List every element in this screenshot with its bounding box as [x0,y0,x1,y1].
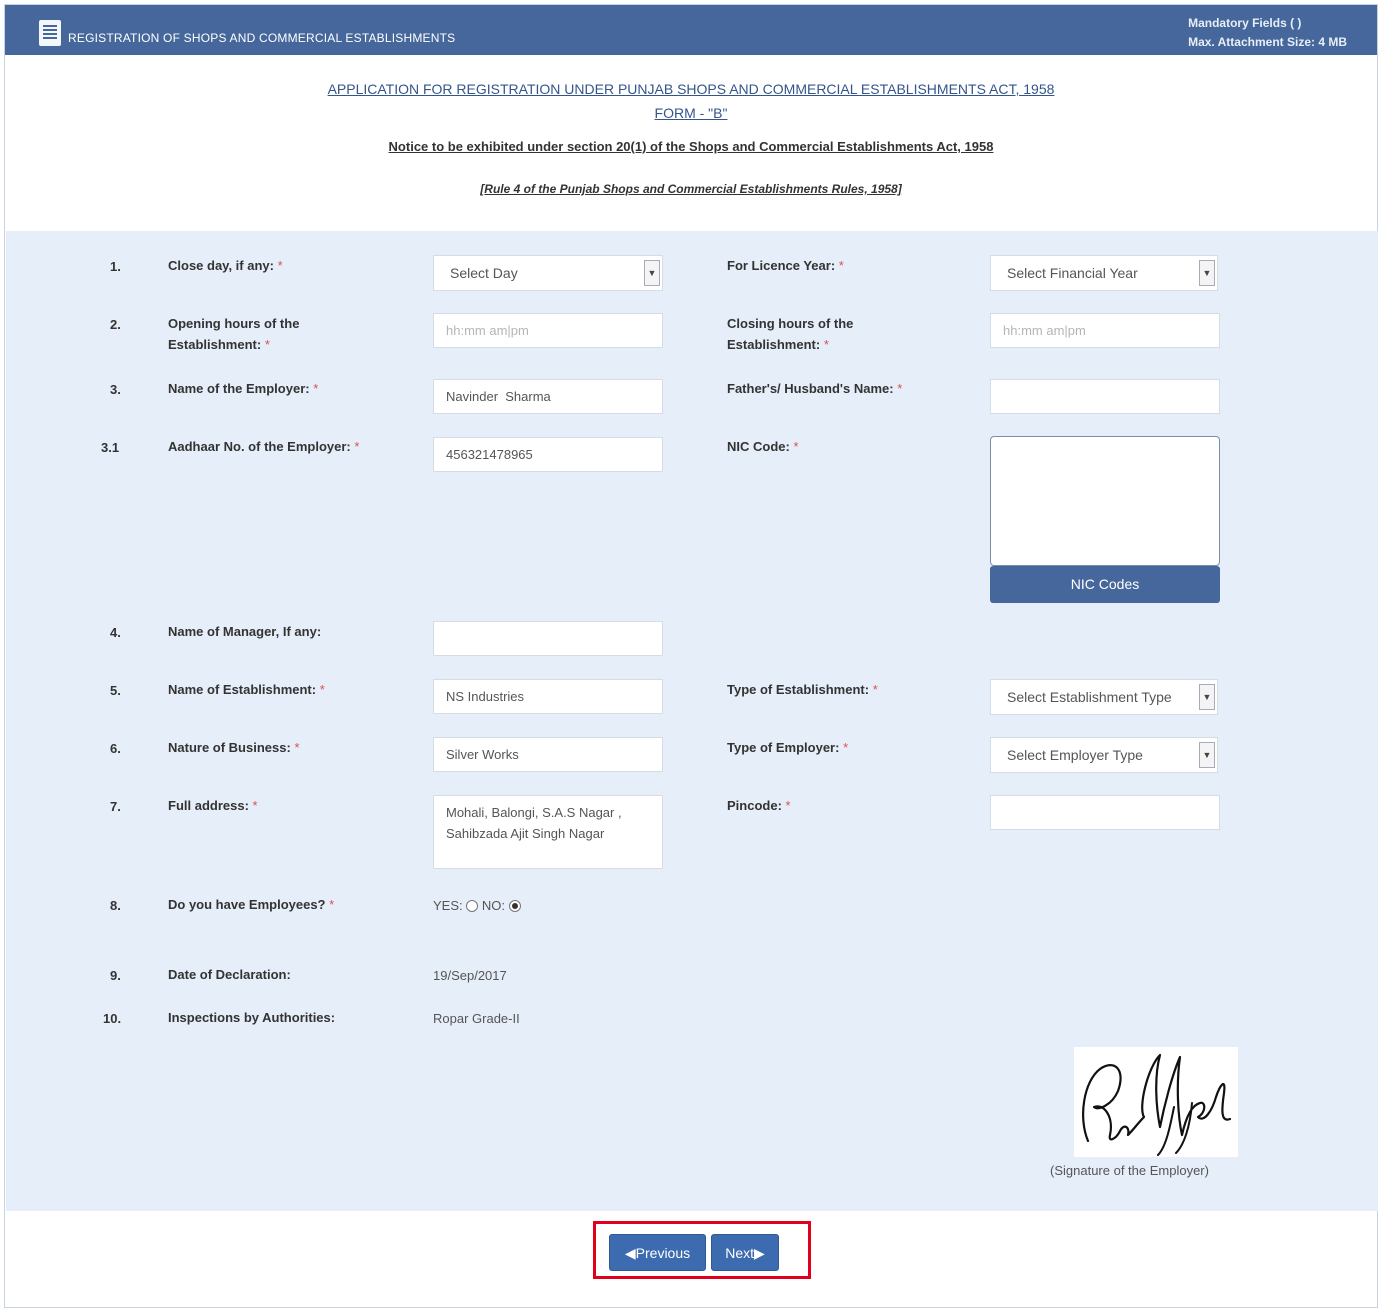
nic-code-label: NIC Code: * [727,439,799,454]
row-number: 10. [103,1011,122,1026]
chevron-down-icon: ▼ [1199,684,1215,710]
aadhaar-label: Aadhaar No. of the Employer: * [168,439,360,454]
signature-image [1082,1053,1232,1156]
row-number: 7. [110,799,121,814]
pincode-label: Pincode: * [727,798,791,813]
chevron-down-icon: ▼ [644,260,660,286]
manager-label: Name of Manager, If any: [168,624,322,639]
window-title: REGISTRATION OF SHOPS AND COMMERCIAL EST… [68,31,456,45]
row-number: 8. [110,898,121,913]
establishment-type-select[interactable]: Select Establishment Type ▼ [990,679,1218,715]
document-icon [39,20,61,46]
application-title: APPLICATION FOR REGISTRATION UNDER PUNJA… [327,81,1055,97]
establishment-name-label: Name of Establishment: * [168,682,325,697]
address-textarea[interactable]: Mohali, Balongi, S.A.S Nagar , Sahibzada… [433,795,663,869]
close-day-label: Close day, if any: * [168,258,283,273]
mandatory-fields-note: Mandatory Fields ( ) [1188,16,1302,30]
next-button[interactable]: Next▶ [711,1234,779,1271]
signature-caption: (Signature of the Employer) [1050,1163,1209,1178]
employees-radio-group: YES: NO: [433,898,521,913]
nature-label: Nature of Business: * [168,740,300,755]
closing-hours-label: Closing hours of the Establishment: * [727,316,854,352]
form-header: APPLICATION FOR REGISTRATION UNDER PUNJA… [5,55,1377,231]
employer-signature [1074,1047,1238,1157]
titlebar-info: Mandatory Fields ( ) Max. Attachment Siz… [1188,14,1347,52]
chevron-right-icon: ▶ [754,1245,765,1261]
row-number: 3.1 [101,440,120,455]
chevron-down-icon: ▼ [1199,742,1215,768]
max-attachment-note: Max. Attachment Size: 4 MB [1188,35,1347,49]
father-name-input[interactable] [990,379,1220,414]
licence-year-value: Select Financial Year [1007,265,1138,281]
licence-year-select[interactable]: Select Financial Year ▼ [990,255,1218,291]
titlebar: REGISTRATION OF SHOPS AND COMMERCIAL EST… [5,5,1377,55]
closing-hours-input[interactable] [990,313,1220,348]
employer-type-label: Type of Employer: * [727,740,849,755]
no-radio[interactable] [508,900,521,912]
close-day-value: Select Day [450,265,518,281]
no-label: NO: [481,898,505,913]
chevron-down-icon: ▼ [1199,260,1215,286]
address-label: Full address: * [168,798,258,813]
yes-label: YES: [433,898,463,913]
row-number: 4. [110,625,121,640]
yes-radio[interactable] [466,900,479,912]
establishment-type-label: Type of Establishment: * [727,682,878,697]
inspections-value: Ropar Grade-II [433,1011,520,1026]
rule-line: [Rule 4 of the Punjab Shops and Commerci… [480,182,902,196]
employer-type-value: Select Employer Type [1007,747,1143,763]
nic-code-box[interactable] [990,436,1220,566]
notice-line: Notice to be exhibited under section 20(… [388,139,994,154]
row-number: 5. [110,683,121,698]
aadhaar-input[interactable] [433,437,663,472]
nic-codes-button[interactable]: NIC Codes [990,566,1220,603]
opening-hours-label: Opening hours of the Establishment: * [168,316,300,352]
pincode-input[interactable] [990,795,1220,830]
declaration-label: Date of Declaration: [168,967,291,982]
row-number: 3. [110,382,121,397]
declaration-date: 19/Sep/2017 [433,968,507,983]
row-number: 1. [110,259,121,274]
manager-input[interactable] [433,621,663,656]
opening-hours-input[interactable] [433,313,663,348]
form-window: REGISTRATION OF SHOPS AND COMMERCIAL EST… [4,4,1378,1308]
form-title: FORM - "B" [654,105,728,121]
nature-input[interactable] [433,737,663,772]
employees-label: Do you have Employees? * [168,897,335,912]
close-day-select[interactable]: Select Day ▼ [433,255,663,291]
chevron-left-icon: ◀ [624,1245,636,1261]
row-number: 9. [110,968,121,983]
employer-name-input[interactable] [433,379,663,414]
employer-type-select[interactable]: Select Employer Type ▼ [990,737,1218,773]
inspections-label: Inspections by Authorities: [168,1010,336,1025]
establishment-type-value: Select Establishment Type [1007,689,1172,705]
form-panel: 1. Close day, if any: * Select Day ▼ For… [6,231,1378,1211]
previous-button[interactable]: ◀Previous [609,1234,706,1271]
licence-year-label: For Licence Year: * [727,258,844,273]
row-number: 2. [110,317,121,332]
father-name-label: Father's/ Husband's Name: * [727,381,903,396]
employer-name-label: Name of the Employer: * [168,381,319,396]
row-number: 6. [110,741,121,756]
establishment-name-input[interactable] [433,679,663,714]
